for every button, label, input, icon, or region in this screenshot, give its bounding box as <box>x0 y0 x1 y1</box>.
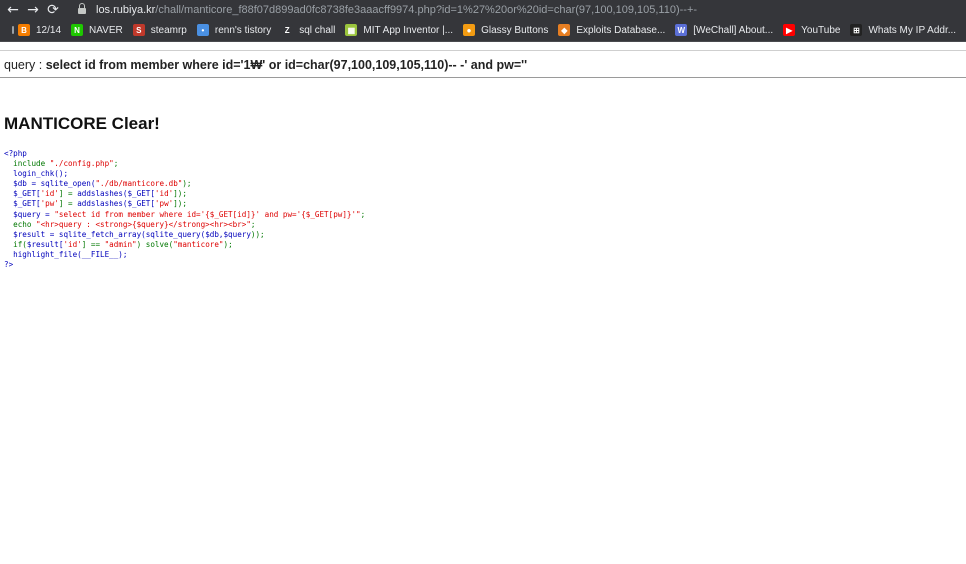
code-line: <?php <box>4 149 27 158</box>
reload-icon: ⟳ <box>47 1 59 18</box>
bookmark-label: MIT App Inventor |... <box>363 24 454 36</box>
code-line: if($result['id'] == "admin") solve("mant… <box>13 239 233 249</box>
code-line: echo "<hr>query : <strong>{$query}</stro… <box>13 219 256 229</box>
exploit-db-icon: ◆ <box>558 24 571 36</box>
bookmark-item[interactable]: NNAVER <box>962 19 966 41</box>
code-line: $_GET['pw'] = addslashes($_GET['pw']); <box>13 199 187 209</box>
query-line: query : select id from member where id='… <box>4 58 527 72</box>
bookmark-item[interactable]: W [WeChall] About... <box>671 19 779 41</box>
code-line: $_GET['id'] = addslashes($_GET['id']); <box>13 189 187 199</box>
tistory-icon: • <box>196 24 209 36</box>
bookmark-item[interactable]: ◆ Exploits Database... <box>554 19 671 41</box>
naver-icon: N <box>71 24 84 36</box>
arrow-left-icon: ← <box>7 1 19 18</box>
blogger-icon: B <box>18 24 30 36</box>
mit-app-inventor-icon: ▦ <box>345 24 358 36</box>
clear-heading: MANTICORE Clear! <box>4 114 160 133</box>
arrow-right-icon: → <box>27 1 39 18</box>
bookmark-label: renn's tistory <box>214 24 272 36</box>
bookmark-item[interactable]: ⊞ Whats My IP Addr... <box>846 19 962 41</box>
bookmark-item[interactable]: ● Glassy Buttons <box>459 19 554 41</box>
glassy-buttons-icon: ● <box>463 24 476 36</box>
bookmark-label: steamrp <box>150 24 187 36</box>
bookmark-label: Whats My IP Addr... <box>868 24 957 36</box>
code-line: $result = sqlite_fetch_array(sqlite_quer… <box>13 229 265 239</box>
php-source-code: <?php include "./config.php"; login_chk(… <box>4 149 365 270</box>
code-line: $db = sqlite_open("./db/manticore.db"); <box>13 179 192 189</box>
bookmark-item[interactable]: ▶ YouTube <box>779 19 846 41</box>
back-button[interactable]: ← <box>3 0 23 19</box>
address-bar[interactable]: los.rubiya.kr/chall/manticore_f88f07d899… <box>76 0 966 19</box>
query-label: query : <box>4 58 46 72</box>
url-path: /chall/manticore_f88f07d899ad0fc8738fe3a… <box>155 3 698 16</box>
bookmarks-bar: B 12/14 N NAVER Ssteamrp • renn's tistory Zsql … <box>0 19 966 42</box>
bookmark-label: Exploits Database... <box>576 24 666 36</box>
lock-icon <box>76 0 88 19</box>
reload-button[interactable]: ⟳ <box>43 0 63 19</box>
bookmark-label: 12/14 <box>36 24 62 36</box>
code-line: highlight_file(__FILE__); <box>13 249 128 259</box>
bookmark-item[interactable]: ▦ MIT App Inventor |... <box>341 19 459 41</box>
bookmark-label: YouTube <box>801 24 841 36</box>
bookmark-item[interactable]: Zsql chall <box>277 19 341 41</box>
bookmark-item[interactable]: • renn's tistory <box>193 19 277 41</box>
steamrp-icon: S <box>132 24 145 36</box>
zeta-icon: Z <box>281 24 294 36</box>
bookmark-item[interactable]: B 12/14 <box>14 19 67 41</box>
url-host: los.rubiya.kr <box>96 3 156 16</box>
divider-bottom <box>0 77 966 78</box>
bookmark-label: [WeChall] About... <box>693 24 774 36</box>
ip-icon: ⊞ <box>850 24 863 36</box>
bookmark-label: Glassy Buttons <box>481 24 549 36</box>
bookmark-label: sql chall <box>299 24 336 36</box>
query-value: select id from member where id='1₩' or i… <box>45 58 528 72</box>
forward-button[interactable]: → <box>23 0 43 19</box>
code-line: login_chk(); <box>13 169 69 179</box>
bookmark-item[interactable]: N NAVER <box>67 19 129 41</box>
bookmark-item[interactable]: Ssteamrp <box>129 19 193 41</box>
youtube-icon: ▶ <box>783 24 796 36</box>
code-line: $query = "select id from member where id… <box>13 209 366 219</box>
bookmark-label: NAVER <box>89 24 123 36</box>
browser-toolbar: ← → ⟳ los.rubiya.kr/chall/manticore_f88f… <box>0 0 966 19</box>
wechall-icon: W <box>675 24 688 36</box>
divider-top <box>0 50 966 51</box>
code-line: ?> <box>4 260 14 270</box>
code-line: include "./config.php"; <box>13 159 119 169</box>
